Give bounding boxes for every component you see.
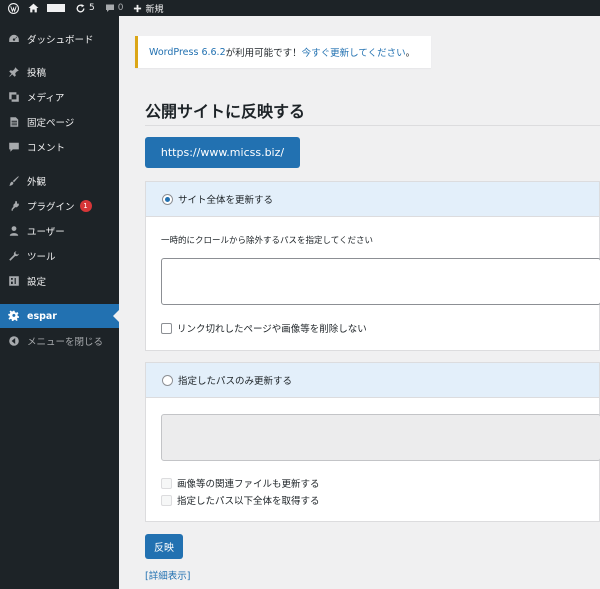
sidebar-item-label: 固定ページ [27,118,75,129]
comment-icon [7,141,20,154]
new-content-link[interactable]: 新規 [128,0,168,16]
update-related-files-label: 画像等の関連ファイルも更新する [177,479,320,490]
collapse-menu-button[interactable]: メニューを閉じる [0,331,119,351]
sidebar-item-plugins[interactable]: プラグイン 1 [0,196,119,216]
site-home-link[interactable] [26,0,70,16]
full-site-panel: サイト全体を更新する 一時的にクロールから除外するパスを指定してください リンク… [145,181,600,351]
keep-broken-links-checkbox[interactable] [161,322,172,334]
update-count: 5 [89,3,95,13]
sidebar-item-label: メニューを閉じる [27,337,104,348]
home-icon [28,3,39,13]
pin-icon [7,66,20,79]
main-content: WordPress 6.6.2 が利用可能です！ 今すぐ更新してください 。 公… [119,16,600,589]
sidebar-item-espar[interactable]: espar [0,304,119,328]
gear-icon [7,310,20,323]
notice-text: が利用可能です！ [225,48,302,59]
sidebar-item-label: 設定 [27,277,47,288]
admin-bar: 5 0 新規 [0,0,600,16]
new-label: 新規 [145,4,164,15]
sidebar-item-label: espar [27,310,57,322]
page-title: 公開サイトに反映する [145,102,306,121]
wrench-icon [7,250,20,263]
media-icon [7,91,20,104]
fetch-subpaths-option[interactable]: 指定したパス以下全体を取得する [161,493,320,507]
refresh-icon [76,3,85,12]
path-only-panel-header[interactable]: 指定したパスのみ更新する [146,363,599,398]
comment-count: 0 [117,3,124,13]
sidebar-item-label: コメント [27,143,66,154]
comments-link[interactable]: 0 [100,0,129,16]
updates-link[interactable]: 5 [70,0,100,16]
apply-button[interactable]: 反映 [145,534,183,559]
path-only-radio-label: 指定したパスのみ更新する [178,376,293,387]
path-only-panel: 指定したパスのみ更新する 画像等の関連ファイルも更新する 指定したパス以下全体を… [145,362,600,522]
collapse-icon [7,335,20,348]
sidebar-item-label: ユーザー [27,227,65,238]
keep-broken-links-label: リンク切れしたページや画像等を削除しない [177,324,367,335]
plugin-icon [7,200,20,213]
site-name-block [47,4,65,12]
plugin-update-badge: 1 [79,200,92,212]
sidebar-item-dashboard[interactable]: ダッシュボード [0,29,119,49]
full-site-radio[interactable] [162,193,173,205]
plus-icon [134,4,142,12]
admin-sidebar: ダッシュボード 投稿 メディア 固定ページ コメント 外観 プラグイン 1 ユー… [0,16,119,589]
sidebar-item-pages[interactable]: 固定ページ [0,112,119,132]
sidebar-item-label: 投稿 [27,68,47,79]
user-icon [7,225,20,238]
update-now-link[interactable]: 今すぐ更新してください [302,45,406,59]
sidebar-item-label: ダッシュボード [27,35,94,46]
full-site-panel-header[interactable]: サイト全体を更新する [146,182,599,217]
exclude-path-textarea[interactable] [161,258,600,305]
settings-icon [7,275,20,288]
show-details-link[interactable]: [詳細表示] [145,568,190,582]
page-icon [7,116,20,129]
sidebar-item-comments[interactable]: コメント [0,137,119,157]
sidebar-item-users[interactable]: ユーザー [0,221,119,241]
full-site-radio-label: サイト全体を更新する [178,195,274,206]
sidebar-item-label: ツール [27,252,56,263]
sidebar-item-appearance[interactable]: 外観 [0,171,119,191]
exclude-path-label: 一時的にクロールから除外するパスを指定してください [161,236,373,246]
notice-end: 。 [405,48,416,59]
fetch-subpaths-checkbox[interactable] [161,494,172,506]
update-notice: WordPress 6.6.2 が利用可能です！ 今すぐ更新してください 。 [135,36,431,68]
wordpress-logo-icon[interactable] [0,0,26,16]
sidebar-item-label: 外観 [27,177,47,188]
keep-broken-links-option[interactable]: リンク切れしたページや画像等を削除しない [161,321,367,335]
sidebar-item-label: メディア [27,93,65,104]
wordpress-version-link[interactable]: WordPress 6.6.2 [149,47,226,58]
dashboard-icon [7,33,20,46]
update-related-files-checkbox[interactable] [161,477,172,489]
update-related-files-option[interactable]: 画像等の関連ファイルも更新する [161,476,320,490]
path-only-radio[interactable] [162,374,173,386]
site-url-button[interactable]: https://www.micss.biz/ [145,137,300,168]
sidebar-item-posts[interactable]: 投稿 [0,62,119,82]
fetch-subpaths-label: 指定したパス以下全体を取得する [177,496,320,507]
sidebar-item-tools[interactable]: ツール [0,246,119,266]
sidebar-item-settings[interactable]: 設定 [0,271,119,291]
sidebar-item-media[interactable]: メディア [0,87,119,107]
sidebar-item-label: プラグイン [27,202,75,213]
brush-icon [7,175,20,188]
path-textarea[interactable] [161,414,600,461]
comment-bubble-icon [105,4,114,12]
title-divider [145,125,600,126]
